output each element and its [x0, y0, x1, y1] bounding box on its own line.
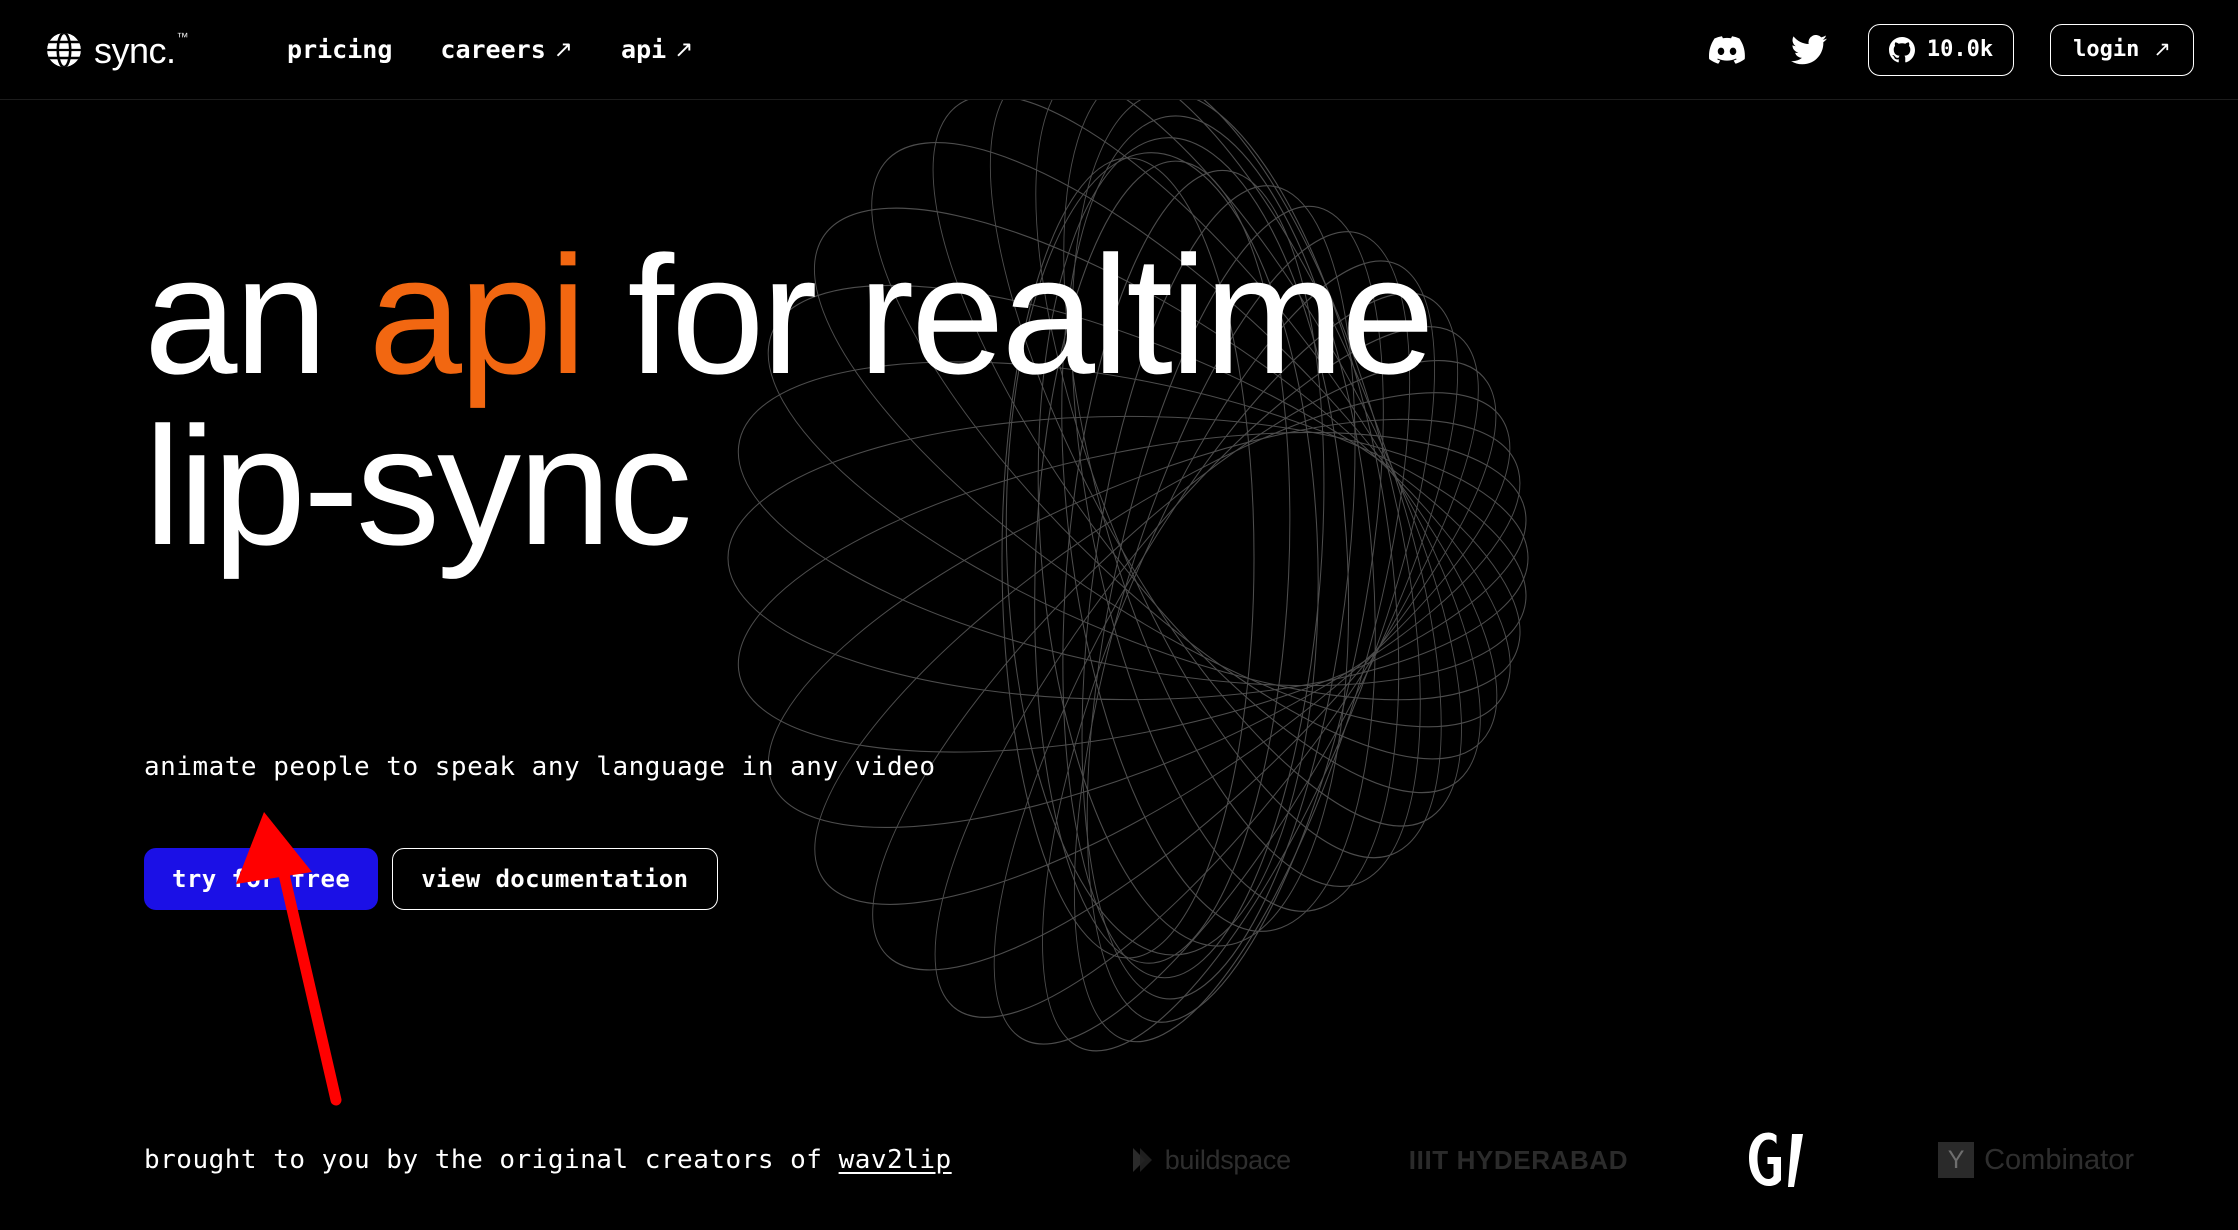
try-for-free-button[interactable]: try for free [144, 848, 379, 910]
nav-link-pricing[interactable]: pricing [287, 35, 392, 64]
navbar-actions: 10.0k login ↗ [1704, 23, 2194, 76]
buildspace-mark-icon [1132, 1148, 1152, 1172]
nav-link-api[interactable]: api ↗ [621, 35, 693, 64]
footer-credit: brought to you by the original creators … [144, 1145, 952, 1175]
hero-subheadline: animate people to speak any language in … [144, 752, 936, 782]
headline-line1: an api for realtime [144, 221, 1435, 409]
github-star-count: 10.0k [1926, 37, 1994, 62]
external-link-arrow-icon: ↗ [553, 37, 574, 63]
partner-gv [1746, 1130, 1820, 1190]
hero-cta-row: try for free view documentation [144, 848, 718, 910]
brand-wordmark: sync.™ [94, 29, 189, 71]
wav2lip-link[interactable]: wav2lip [839, 1145, 952, 1175]
primary-nav: pricing careers ↗ api ↗ [287, 35, 693, 64]
external-link-arrow-icon: ↗ [2153, 37, 2171, 61]
github-stars-button[interactable]: 10.0k [1867, 23, 2015, 76]
brand-logo-link[interactable]: sync.™ [44, 29, 189, 71]
headline-accent-api: api [368, 221, 587, 409]
gv-logo-icon [1749, 1132, 1804, 1187]
nav-link-careers-label: careers [440, 35, 546, 64]
discord-icon [1708, 35, 1745, 64]
nav-link-careers[interactable]: careers ↗ [440, 35, 573, 64]
headline-text-for-realtime: for realtime [583, 221, 1434, 409]
partner-iiit-hyderabad: IIIT HYDERABAD [1409, 1145, 1628, 1176]
discord-link[interactable] [1704, 27, 1750, 73]
login-button[interactable]: login ↗ [2050, 23, 2194, 76]
footer-credit-prefix: brought to you by the original creators … [144, 1145, 839, 1175]
partner-y-combinator-label: Combinator [1984, 1143, 2134, 1176]
nav-link-api-label: api [621, 35, 667, 64]
partner-buildspace-label: buildspace [1164, 1144, 1291, 1175]
footer: brought to you by the original creators … [0, 1090, 2238, 1230]
page-title: an api for realtime lip-sync [144, 229, 1435, 573]
twitter-icon [1790, 34, 1827, 64]
trademark-symbol: ™ [176, 29, 189, 44]
partner-logos: buildspace IIIT HYDERABAD Y Combinator [1131, 1130, 2134, 1190]
view-documentation-button[interactable]: view documentation [392, 848, 718, 910]
login-button-label: login [2073, 37, 2140, 62]
twitter-link[interactable] [1786, 27, 1832, 73]
partner-buildspace: buildspace [1131, 1145, 1291, 1176]
github-icon [1888, 36, 1915, 62]
sync-sphere-logo-icon [47, 32, 81, 67]
hero-section: an api for realtime lip-sync animate peo… [0, 100, 2238, 1230]
headline-line2: lip-sync [144, 392, 692, 581]
top-navbar: sync.™ pricing careers ↗ api ↗ 10.0k log… [0, 0, 2238, 100]
yc-badge-icon: Y [1938, 1142, 1975, 1178]
nav-link-pricing-label: pricing [287, 35, 393, 64]
headline-text-an: an [144, 221, 369, 409]
external-link-arrow-icon: ↗ [674, 37, 694, 63]
partner-iiit-hyderabad-label: IIIT HYDERABAD [1408, 1144, 1629, 1175]
partner-y-combinator: Y Combinator [1938, 1142, 2134, 1178]
